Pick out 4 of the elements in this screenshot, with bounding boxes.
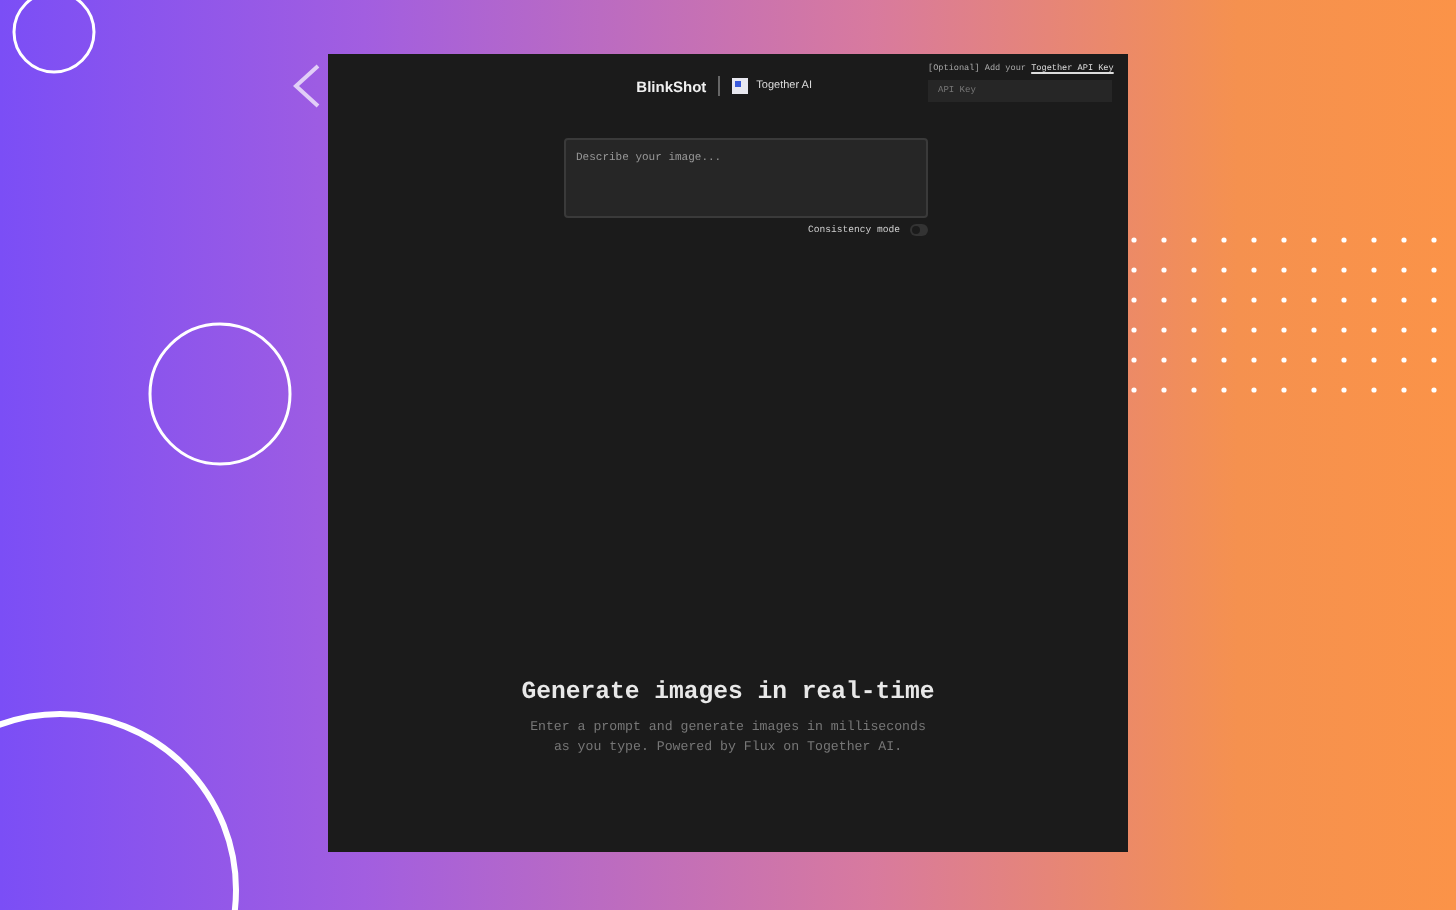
- chevron-left-icon: [290, 62, 322, 110]
- together-logo-icon: [732, 78, 749, 94]
- hero-title: Generate images in real-time: [521, 678, 935, 707]
- consistency-mode-switch[interactable]: [910, 224, 928, 236]
